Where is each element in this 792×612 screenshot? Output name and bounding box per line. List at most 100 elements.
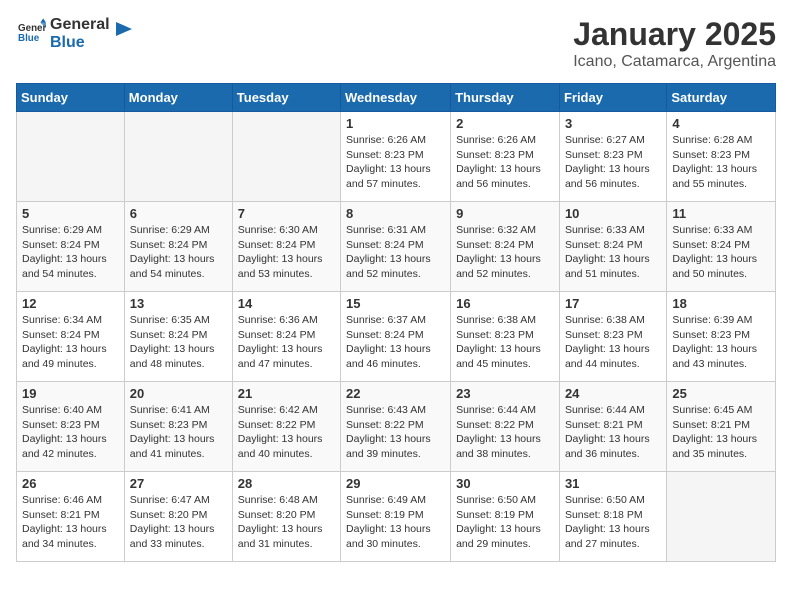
day-info: Sunrise: 6:40 AM Sunset: 8:23 PM Dayligh… [22,403,119,462]
weekday-header-sunday: Sunday [17,84,125,112]
calendar-cell: 9 Sunrise: 6:32 AM Sunset: 8:24 PM Daylig… [451,202,560,292]
day-info: Sunrise: 6:44 AM Sunset: 8:22 PM Dayligh… [456,403,554,462]
day-info: Sunrise: 6:49 AM Sunset: 8:19 PM Dayligh… [346,493,445,552]
calendar-cell: 15 Sunrise: 6:37 AM Sunset: 8:24 PM Dayli… [341,292,451,382]
weekday-header-thursday: Thursday [451,84,560,112]
day-info: Sunrise: 6:26 AM Sunset: 8:23 PM Dayligh… [456,133,554,192]
calendar-header-row: SundayMondayTuesdayWednesdayThursdayFrid… [17,84,776,112]
calendar-cell: 8 Sunrise: 6:31 AM Sunset: 8:24 PM Daylig… [341,202,451,292]
day-info: Sunrise: 6:31 AM Sunset: 8:24 PM Dayligh… [346,223,445,282]
calendar-week-1: 1 Sunrise: 6:26 AM Sunset: 8:23 PM Daylig… [17,112,776,202]
calendar-week-4: 19 Sunrise: 6:40 AM Sunset: 8:23 PM Dayli… [17,382,776,472]
day-info: Sunrise: 6:45 AM Sunset: 8:21 PM Dayligh… [672,403,770,462]
day-number: 15 [346,296,445,311]
day-info: Sunrise: 6:47 AM Sunset: 8:20 PM Dayligh… [130,493,227,552]
logo: General Blue General Blue [16,16,134,51]
calendar-cell: 14Sunrise: 6:36 AM Sunset: 8:24 PM Dayli… [232,292,340,382]
day-number: 10 [565,206,661,221]
day-number: 18 [672,296,770,311]
day-number: 17 [565,296,661,311]
calendar-cell [667,472,776,562]
calendar-cell: 27 Sunrise: 6:47 AM Sunset: 8:20 PM Dayli… [124,472,232,562]
calendar-cell: 26Sunrise: 6:46 AM Sunset: 8:21 PM Dayli… [17,472,125,562]
day-number: 30 [456,476,554,491]
day-info: Sunrise: 6:30 AM Sunset: 8:24 PM Dayligh… [238,223,335,282]
day-number: 28 [238,476,335,491]
calendar-cell: 6 Sunrise: 6:29 AM Sunset: 8:24 PM Daylig… [124,202,232,292]
calendar-cell: 1 Sunrise: 6:26 AM Sunset: 8:23 PM Daylig… [341,112,451,202]
logo-text-blue: Blue [50,34,110,52]
title-area: January 2025 Icano, Catamarca, Argentina [573,16,776,71]
calendar-cell: 10 Sunrise: 6:33 AM Sunset: 8:24 PM Dayli… [559,202,666,292]
calendar-cell [17,112,125,202]
day-info: Sunrise: 6:29 AM Sunset: 8:24 PM Dayligh… [130,223,227,282]
day-number: 20 [130,386,227,401]
day-info: Sunrise: 6:27 AM Sunset: 8:23 PM Dayligh… [565,133,661,192]
calendar-cell: 12 Sunrise: 6:34 AM Sunset: 8:24 PM Dayli… [17,292,125,382]
calendar-week-2: 5 Sunrise: 6:29 AM Sunset: 8:24 PM Daylig… [17,202,776,292]
calendar-week-3: 12 Sunrise: 6:34 AM Sunset: 8:24 PM Dayli… [17,292,776,382]
day-info: Sunrise: 6:28 AM Sunset: 8:23 PM Dayligh… [672,133,770,192]
day-number: 4 [672,116,770,131]
calendar-cell: 2Sunrise: 6:26 AM Sunset: 8:23 PM Daylig… [451,112,560,202]
day-number: 21 [238,386,335,401]
day-number: 29 [346,476,445,491]
day-number: 27 [130,476,227,491]
calendar-cell: 30 Sunrise: 6:50 AM Sunset: 8:19 PM Dayli… [451,472,560,562]
day-number: 13 [130,296,227,311]
logo-flag-icon [112,18,134,40]
day-info: Sunrise: 6:26 AM Sunset: 8:23 PM Dayligh… [346,133,445,192]
calendar-table: SundayMondayTuesdayWednesdayThursdayFrid… [16,83,776,562]
calendar-cell [232,112,340,202]
day-number: 14 [238,296,335,311]
calendar-cell: 18 Sunrise: 6:39 AM Sunset: 8:23 PM Dayli… [667,292,776,382]
day-number: 9 [456,206,554,221]
calendar-cell: 28 Sunrise: 6:48 AM Sunset: 8:20 PM Dayli… [232,472,340,562]
day-info: Sunrise: 6:37 AM Sunset: 8:24 PM Dayligh… [346,313,445,372]
day-info: Sunrise: 6:41 AM Sunset: 8:23 PM Dayligh… [130,403,227,462]
calendar-week-5: 26Sunrise: 6:46 AM Sunset: 8:21 PM Dayli… [17,472,776,562]
day-number: 6 [130,206,227,221]
calendar-cell: 5Sunrise: 6:29 AM Sunset: 8:24 PM Daylig… [17,202,125,292]
svg-text:Blue: Blue [18,33,40,44]
page-title: January 2025 [573,16,776,53]
day-info: Sunrise: 6:32 AM Sunset: 8:24 PM Dayligh… [456,223,554,282]
calendar-cell: 13 Sunrise: 6:35 AM Sunset: 8:24 PM Dayli… [124,292,232,382]
day-info: Sunrise: 6:50 AM Sunset: 8:19 PM Dayligh… [456,493,554,552]
day-number: 12 [22,296,119,311]
day-info: Sunrise: 6:44 AM Sunset: 8:21 PM Dayligh… [565,403,661,462]
day-info: Sunrise: 6:48 AM Sunset: 8:20 PM Dayligh… [238,493,335,552]
weekday-header-saturday: Saturday [667,84,776,112]
day-number: 11 [672,206,770,221]
day-info: Sunrise: 6:38 AM Sunset: 8:23 PM Dayligh… [456,313,554,372]
day-number: 5 [22,206,119,221]
calendar-cell: 21Sunrise: 6:42 AM Sunset: 8:22 PM Dayli… [232,382,340,472]
day-info: Sunrise: 6:50 AM Sunset: 8:18 PM Dayligh… [565,493,661,552]
weekday-header-friday: Friday [559,84,666,112]
day-number: 16 [456,296,554,311]
weekday-header-monday: Monday [124,84,232,112]
calendar-cell: 20 Sunrise: 6:41 AM Sunset: 8:23 PM Dayli… [124,382,232,472]
day-info: Sunrise: 6:34 AM Sunset: 8:24 PM Dayligh… [22,313,119,372]
calendar-cell: 7 Sunrise: 6:30 AM Sunset: 8:24 PM Daylig… [232,202,340,292]
day-number: 7 [238,206,335,221]
day-number: 8 [346,206,445,221]
day-number: 31 [565,476,661,491]
page-header: General Blue General Blue January 2025 I… [16,16,776,71]
day-number: 25 [672,386,770,401]
calendar-cell: 23Sunrise: 6:44 AM Sunset: 8:22 PM Dayli… [451,382,560,472]
day-info: Sunrise: 6:35 AM Sunset: 8:24 PM Dayligh… [130,313,227,372]
day-info: Sunrise: 6:46 AM Sunset: 8:21 PM Dayligh… [22,493,119,552]
day-info: Sunrise: 6:33 AM Sunset: 8:24 PM Dayligh… [565,223,661,282]
day-number: 22 [346,386,445,401]
calendar-cell: 24Sunrise: 6:44 AM Sunset: 8:21 PM Dayli… [559,382,666,472]
calendar-cell: 31 Sunrise: 6:50 AM Sunset: 8:18 PM Dayli… [559,472,666,562]
calendar-cell: 22 Sunrise: 6:43 AM Sunset: 8:22 PM Dayli… [341,382,451,472]
day-number: 1 [346,116,445,131]
day-info: Sunrise: 6:39 AM Sunset: 8:23 PM Dayligh… [672,313,770,372]
day-info: Sunrise: 6:43 AM Sunset: 8:22 PM Dayligh… [346,403,445,462]
day-number: 19 [22,386,119,401]
calendar-cell: 16 Sunrise: 6:38 AM Sunset: 8:23 PM Dayli… [451,292,560,382]
day-number: 3 [565,116,661,131]
page-subtitle: Icano, Catamarca, Argentina [573,53,776,71]
